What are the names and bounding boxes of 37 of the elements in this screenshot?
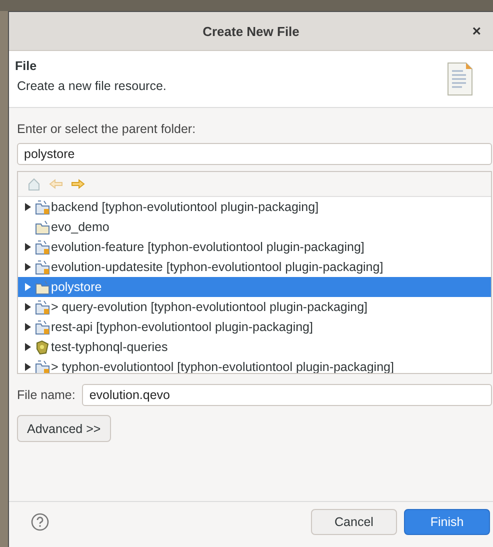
page-title: File <box>15 59 38 73</box>
finish-button[interactable]: Finish <box>404 509 490 535</box>
plugin-icon <box>35 340 50 354</box>
expand-arrow-icon[interactable] <box>24 203 30 211</box>
expand-arrow-icon[interactable] <box>24 263 30 271</box>
tree-item[interactable]: backend [typhon-evolutiontool plugin-packaging] <box>18 197 491 217</box>
folder-icon <box>35 280 50 294</box>
tree-item[interactable]: > query-evolution [typhon-evolutiontool plugin-packaging] <box>18 297 491 317</box>
document-icon <box>447 62 473 96</box>
file-name-field[interactable]: evolution.qevo <box>82 384 492 406</box>
cancel-button[interactable]: Cancel <box>311 509 397 535</box>
close-button[interactable]: × <box>470 23 483 40</box>
folder-icon <box>35 240 50 254</box>
page-description: Create a new file resource. <box>17 79 166 93</box>
expand-arrow-icon[interactable] <box>24 243 30 251</box>
folder-icon <box>35 320 50 334</box>
tree-item[interactable]: evolution-feature [typhon-evolutiontool plugin-packaging] <box>18 237 491 257</box>
tree-item[interactable]: evolution-updatesite [typhon-evolutiontool plugin-packaging] <box>18 257 491 277</box>
tree-item[interactable]: polystore <box>18 277 491 297</box>
folder-icon <box>35 300 50 314</box>
file-name-label: File name: <box>17 388 76 402</box>
tree-item[interactable]: test-typhonql-queries <box>18 337 491 357</box>
folder-icon <box>35 260 50 274</box>
folder-label: Enter or select the parent folder: <box>17 122 197 138</box>
tree-item[interactable]: evo_demo <box>18 217 491 237</box>
help-icon[interactable] <box>31 513 49 531</box>
advanced-button[interactable]: Advanced >> <box>17 415 111 442</box>
expand-arrow-icon[interactable] <box>24 363 30 371</box>
tree-item[interactable]: rest-api [typhon-evolutiontool plugin-packaging] <box>18 317 491 337</box>
window-title: Create New File <box>202 24 300 38</box>
folder-icon <box>35 220 50 234</box>
expand-arrow-icon[interactable] <box>24 343 30 351</box>
folder-field[interactable]: polystore <box>17 143 492 165</box>
folder-icon <box>35 360 50 373</box>
folder-icon <box>35 200 50 214</box>
expand-arrow-icon[interactable] <box>24 303 30 311</box>
expand-arrow-icon[interactable] <box>24 323 30 331</box>
